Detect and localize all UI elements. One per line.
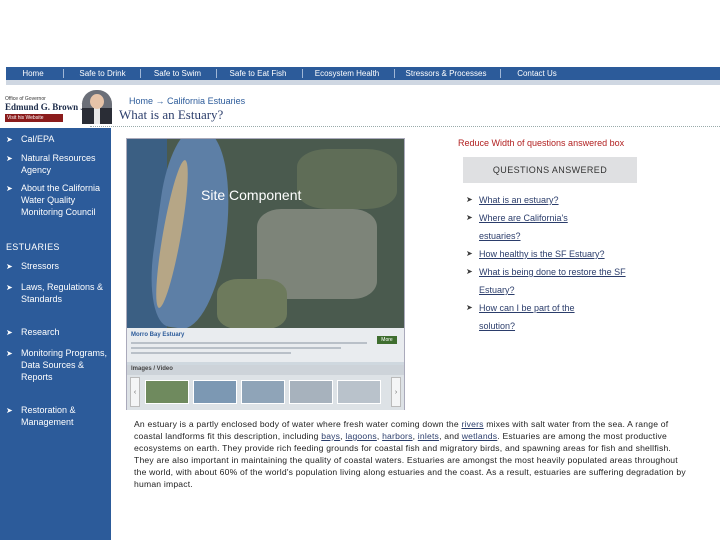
description-text: , and <box>439 431 462 441</box>
nav-separator <box>302 69 303 78</box>
nav-item-safe-to-eat-fish[interactable]: Safe to Eat Fish <box>218 67 298 80</box>
link-lagoons[interactable]: lagoons <box>345 431 377 441</box>
arrow-right-icon: → <box>155 96 168 106</box>
nav-separator <box>500 69 501 78</box>
nav-item-stressors-processes[interactable]: Stressors & Processes <box>396 67 496 80</box>
chevron-right-icon: ➤ <box>6 349 13 358</box>
media-header: Images / Video <box>127 365 404 375</box>
nav-underbar <box>6 80 720 85</box>
link-inlets[interactable]: inlets <box>418 431 439 441</box>
chevron-right-icon: ➤ <box>6 328 13 337</box>
nav-item-ecosystem-health[interactable]: Ecosystem Health <box>304 67 390 80</box>
sidebar-item-about-council[interactable]: ➤ About the California Water Quality Moni… <box>6 182 106 217</box>
sidebar-item-calepa[interactable]: ➤ Cal/EPA <box>6 133 106 146</box>
caption-text-line <box>131 342 367 344</box>
sidebar: ➤ Cal/EPA ➤ Natural Resources Agency ➤ Abou… <box>0 128 111 540</box>
media-thumbnail[interactable] <box>145 380 189 404</box>
sidebar-item-laws[interactable]: ➤ Laws, Regulations & Standards <box>6 281 106 304</box>
description-text: An estuary is a partly enclosed body of … <box>134 419 462 429</box>
divider <box>90 126 720 127</box>
chevron-right-icon: ➤ <box>6 406 13 415</box>
question-link-restore[interactable]: What is being done to restore the SF Est… <box>479 263 641 299</box>
question-link-be-part[interactable]: How can I be part of the solution? <box>479 299 594 335</box>
chevron-right-icon: ➤ <box>6 135 13 144</box>
chevron-right-icon: ➤ <box>466 303 473 312</box>
governor-banner[interactable]: Office of Governor Edmund G. Brown Jr. V… <box>2 90 112 126</box>
sidebar-heading-estuaries: ESTUARIES <box>6 242 60 252</box>
sidebar-item-stressors[interactable]: ➤ Stressors <box>6 260 106 273</box>
question-link-how-healthy[interactable]: How healthy is the SF Estuary? <box>479 245 639 263</box>
reduce-width-note: Reduce Width of questions answered box <box>458 138 625 148</box>
media-thumbnail[interactable] <box>241 380 285 404</box>
nav-item-safe-to-swim[interactable]: Safe to Swim <box>142 67 213 80</box>
caption-text-line <box>131 352 291 354</box>
link-rivers[interactable]: rivers <box>461 419 483 429</box>
nav-bar-right <box>576 67 720 80</box>
estuary-name: Morro Bay Estuary <box>131 332 185 338</box>
prev-arrow-icon[interactable]: ‹ <box>130 377 140 407</box>
governor-name: Edmund G. Brown Jr. <box>5 102 91 112</box>
media-thumbnail[interactable] <box>193 380 237 404</box>
breadcrumb-home[interactable]: Home <box>129 96 153 106</box>
estuary-description: An estuary is a partly enclosed body of … <box>134 418 689 490</box>
link-harbors[interactable]: harbors <box>382 431 413 441</box>
sidebar-item-research[interactable]: ➤ Research <box>6 326 106 339</box>
nav-item-contact-us[interactable]: Contact Us <box>502 67 572 80</box>
chevron-right-icon: ➤ <box>6 184 13 193</box>
breadcrumb: Home → California Estuaries <box>129 96 245 106</box>
question-link-where-are-estuaries[interactable]: Where are California's estuaries? <box>479 209 589 245</box>
estuary-caption: Morro Bay Estuary More <box>127 328 404 362</box>
sidebar-item-natural-resources[interactable]: ➤ Natural Resources Agency <box>6 152 106 175</box>
media-thumbnails: ‹ › <box>127 375 404 410</box>
estuary-aerial-image[interactable]: Site Component <box>127 139 404 328</box>
chevron-right-icon: ➤ <box>466 195 473 204</box>
chevron-right-icon: ➤ <box>6 154 13 163</box>
visit-website-link[interactable]: Visit his Website <box>5 114 63 122</box>
more-button[interactable]: More <box>377 336 397 344</box>
media-thumbnail[interactable] <box>337 380 381 404</box>
questions-heading: QUESTIONS ANSWERED <box>463 157 637 183</box>
media-thumbnail[interactable] <box>289 380 333 404</box>
sidebar-item-monitoring[interactable]: ➤ Monitoring Programs, Data Sources & Rep… <box>6 347 107 382</box>
breadcrumb-current: California Estuaries <box>167 96 246 106</box>
nav-separator <box>63 69 64 78</box>
governor-photo <box>82 90 112 124</box>
nav-item-home[interactable]: Home <box>6 67 60 80</box>
chevron-right-icon: ➤ <box>6 283 13 292</box>
next-arrow-icon[interactable]: › <box>391 377 401 407</box>
chevron-right-icon: ➤ <box>466 249 473 258</box>
chevron-right-icon: ➤ <box>466 267 473 276</box>
link-bays[interactable]: bays <box>321 431 340 441</box>
nav-separator <box>394 69 395 78</box>
nav-separator <box>140 69 141 78</box>
caption-text-line <box>131 347 341 349</box>
link-wetlands[interactable]: wetlands <box>462 431 498 441</box>
sidebar-item-restoration[interactable]: ➤ Restoration & Management <box>6 404 106 427</box>
chevron-right-icon: ➤ <box>466 213 473 222</box>
site-component-label: Site Component <box>201 187 302 203</box>
site-component[interactable]: Site Component Morro Bay Estuary More Im… <box>126 138 405 410</box>
media-title: Images / Video <box>131 366 173 372</box>
page-title: What is an Estuary? <box>119 107 224 122</box>
nav-separator <box>216 69 217 78</box>
chevron-right-icon: ➤ <box>6 262 13 271</box>
question-link-what-is-estuary[interactable]: What is an estuary? <box>479 191 639 209</box>
nav-item-safe-to-drink[interactable]: Safe to Drink <box>66 67 139 80</box>
top-nav: Home Safe to Drink Safe to Swim Safe to … <box>6 67 720 80</box>
